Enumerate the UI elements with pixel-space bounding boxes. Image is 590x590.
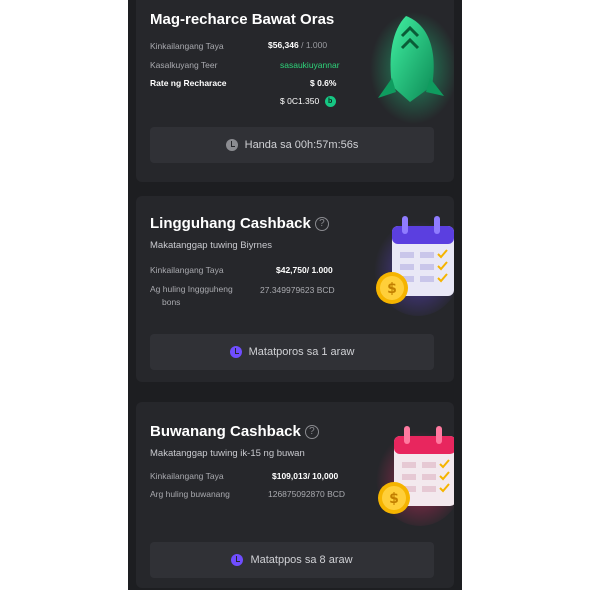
clock-icon bbox=[229, 346, 242, 358]
current-tier-value: sasaukiuyannar bbox=[280, 60, 340, 70]
card-subtitle: Makatanggap tuwing Biyrnes bbox=[150, 240, 272, 251]
calendar-coin-icon: $ bbox=[374, 216, 454, 316]
required-wager-label: Kinkailangang Taya bbox=[150, 41, 224, 51]
svg-text:$: $ bbox=[387, 281, 397, 297]
monthly-claim-button[interactable]: Matatppos sa 8 araw bbox=[150, 542, 434, 578]
current-tier-label: Kasalkuyang Teer bbox=[150, 60, 218, 70]
last-bonus-value: 27.349979623 BCD bbox=[260, 285, 335, 295]
required-wager-amount: $56,346 bbox=[268, 40, 299, 50]
hourly-recharge-card: Mag-recharce Bawat Oras Kinkailangang Ta… bbox=[136, 0, 454, 182]
last-bonus-label: Arg huling buwanang bbox=[150, 489, 230, 499]
card-title-text: Buwanang Cashback bbox=[150, 423, 301, 440]
svg-text:$: $ bbox=[389, 491, 399, 507]
clock-icon bbox=[225, 139, 238, 151]
required-wager-label: Kinkailangang Taya bbox=[150, 265, 224, 275]
required-wager-label: Kinkailangang Taya bbox=[150, 471, 224, 481]
monthly-claim-label: Matatppos sa 8 araw bbox=[250, 554, 353, 566]
required-wager-value: $42,750/ 1.000 bbox=[276, 265, 333, 275]
help-icon[interactable]: ? bbox=[314, 217, 329, 232]
weekly-claim-label: Matatporos sa 1 araw bbox=[248, 346, 355, 358]
calendar-coin-icon: $ bbox=[376, 426, 454, 526]
card-title: Lingguhang Cashback? bbox=[150, 215, 329, 232]
card-subtitle: Makatanggap tuwing ik-15 ng buwan bbox=[150, 448, 305, 459]
last-bonus-label-line2: bons bbox=[162, 297, 181, 307]
hourly-claim-label: Handa sa 00h:57m:56s bbox=[244, 139, 359, 151]
last-bonus-value: 126875092870 BCD bbox=[268, 489, 346, 499]
coin-icon: b bbox=[324, 96, 336, 108]
card-title: Mag-recharce Bawat Oras bbox=[150, 11, 335, 28]
card-title-text: Lingguhang Cashback bbox=[150, 215, 311, 232]
card-title: Buwanang Cashback? bbox=[150, 423, 319, 440]
recharge-rate-value: $ 0.6% bbox=[310, 78, 337, 88]
weekly-cashback-card: $ Lingguhang Cashback? Makatanggap tuwin… bbox=[136, 196, 454, 382]
bonus-screen: Mag-recharce Bawat Oras Kinkailangang Ta… bbox=[128, 0, 462, 590]
recharge-amount-value: $ 0C1.350 bbox=[280, 96, 320, 106]
last-bonus-label: Ag huling Inggguheng bons bbox=[150, 283, 233, 309]
help-icon[interactable]: ? bbox=[304, 425, 319, 440]
recharge-rate-label: Rate ng Recharace bbox=[150, 78, 227, 88]
required-wager-target: / 1.000 bbox=[301, 40, 328, 50]
hourly-claim-button[interactable]: Handa sa 00h:57m:56s bbox=[150, 127, 434, 163]
weekly-claim-button[interactable]: Matatporos sa 1 araw bbox=[150, 334, 434, 370]
required-wager-value: $56,346 / 1.000 bbox=[268, 40, 327, 50]
clock-icon bbox=[231, 554, 244, 566]
recharge-amount: $ 0C1.350 b bbox=[280, 96, 336, 108]
monthly-cashback-card: $ Buwanang Cashback? Makatanggap tuwing … bbox=[136, 402, 454, 588]
rocket-icon bbox=[370, 12, 454, 124]
required-wager-value: $109,013/ 10,000 bbox=[272, 471, 339, 481]
last-bonus-label-line1: Ag huling Inggguheng bbox=[150, 284, 233, 294]
